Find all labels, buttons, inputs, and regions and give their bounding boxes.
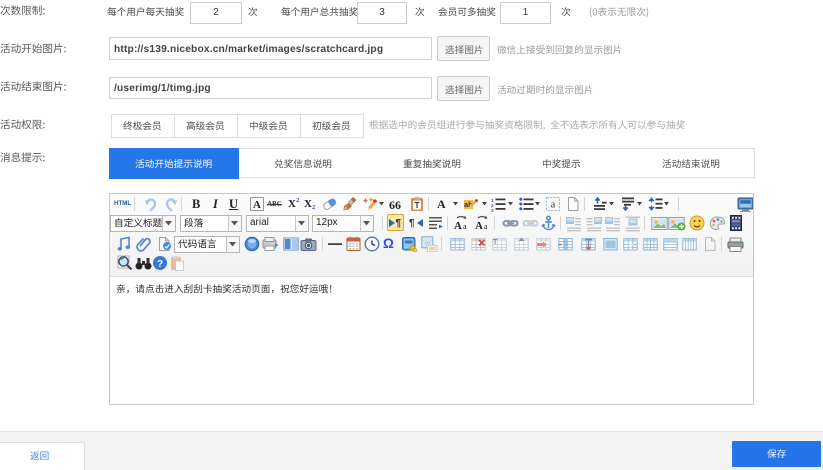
svg-text:A: A — [253, 199, 261, 211]
svg-text:a: a — [551, 200, 556, 211]
svg-text:T: T — [493, 239, 498, 246]
svg-text:a: a — [463, 222, 467, 231]
svg-text:A: A — [475, 220, 483, 231]
svg-text:a: a — [484, 222, 488, 231]
svg-text:3: 3 — [491, 208, 494, 212]
svg-text:?: ? — [157, 259, 163, 270]
svg-text:A: A — [454, 220, 462, 231]
